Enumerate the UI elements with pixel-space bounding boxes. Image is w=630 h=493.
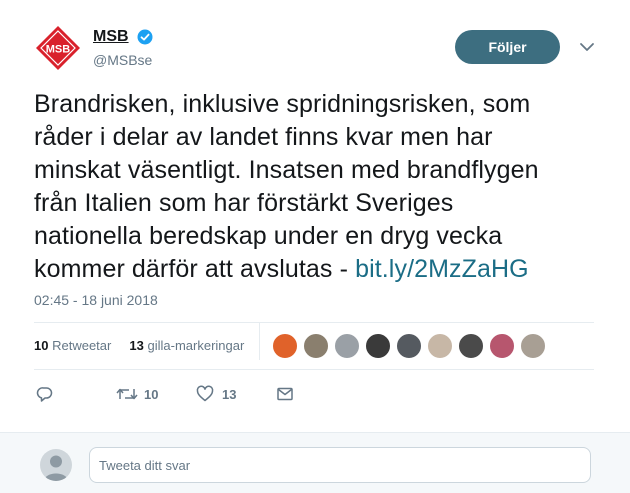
like-button[interactable]: 13: [196, 384, 236, 404]
tweet-line: från Italien som har förstärkt Sveriges: [34, 189, 454, 217]
tweet-line-last: kommer därför att avslutas - bit.ly/2MzZ…: [34, 253, 604, 286]
liker-avatar[interactable]: [303, 333, 329, 359]
liker-avatars: [272, 333, 551, 359]
tweet-link[interactable]: bit.ly/2MzZaHG: [355, 255, 529, 283]
liker-avatar[interactable]: [427, 333, 453, 359]
liker-avatar[interactable]: [489, 333, 515, 359]
like-label: gilla-markeringar: [147, 338, 245, 353]
divider: [34, 369, 594, 370]
tweet-timestamp[interactable]: 02:45 - 18 juni 2018: [34, 292, 158, 308]
msb-logo-icon: MSB: [36, 26, 80, 70]
reply-icon: [36, 387, 53, 402]
author-handle[interactable]: @MSBse: [93, 52, 152, 68]
chevron-down-icon[interactable]: [578, 40, 596, 54]
liker-avatar[interactable]: [396, 333, 422, 359]
reply-button[interactable]: [36, 384, 54, 404]
divider: [259, 322, 260, 360]
retweet-stat[interactable]: 10 Retweetar: [34, 338, 111, 353]
divider: [34, 322, 594, 323]
retweet-button[interactable]: 10: [116, 384, 158, 404]
avatar[interactable]: MSB: [34, 24, 82, 72]
retweet-count: 10: [34, 338, 49, 353]
author-name[interactable]: MSB: [93, 28, 129, 46]
liker-avatar[interactable]: [365, 333, 391, 359]
user-avatar: [40, 449, 72, 481]
follow-button[interactable]: Följer: [455, 30, 560, 64]
logo-text: MSB: [46, 44, 71, 56]
envelope-icon: [277, 387, 293, 401]
tweet-line: råder i delar av landet finns kvar men h…: [34, 123, 493, 151]
retweet-icon: [116, 388, 138, 400]
like-count: 13: [129, 338, 144, 353]
tweet-stats: 10 Retweetar 13 gilla-markeringar: [34, 338, 244, 353]
liker-avatar[interactable]: [272, 333, 298, 359]
tweet-line: minskat väsentligt. Insatsen med brandfl…: [34, 156, 539, 184]
retweet-action-count: 10: [144, 386, 159, 402]
verified-badge-icon: [137, 29, 153, 45]
tweet-line: nationella beredskap under en dryg vecka: [34, 222, 503, 250]
liker-avatar[interactable]: [334, 333, 360, 359]
tweet-text: Brandrisken, inklusive spridningsrisken,…: [34, 88, 604, 286]
direct-message-button[interactable]: [276, 384, 294, 404]
tweet-line: Brandrisken, inklusive spridningsrisken,…: [34, 90, 531, 118]
tweet-line: kommer därför att avslutas -: [34, 255, 356, 283]
like-action-count: 13: [222, 386, 237, 402]
heart-icon: [196, 385, 214, 402]
retweet-label: Retweetar: [52, 338, 112, 353]
like-stat[interactable]: 13 gilla-markeringar: [129, 338, 244, 353]
liker-avatar[interactable]: [520, 333, 546, 359]
reply-input[interactable]: [89, 447, 591, 483]
default-user-icon: [44, 455, 68, 481]
liker-avatar[interactable]: [458, 333, 484, 359]
